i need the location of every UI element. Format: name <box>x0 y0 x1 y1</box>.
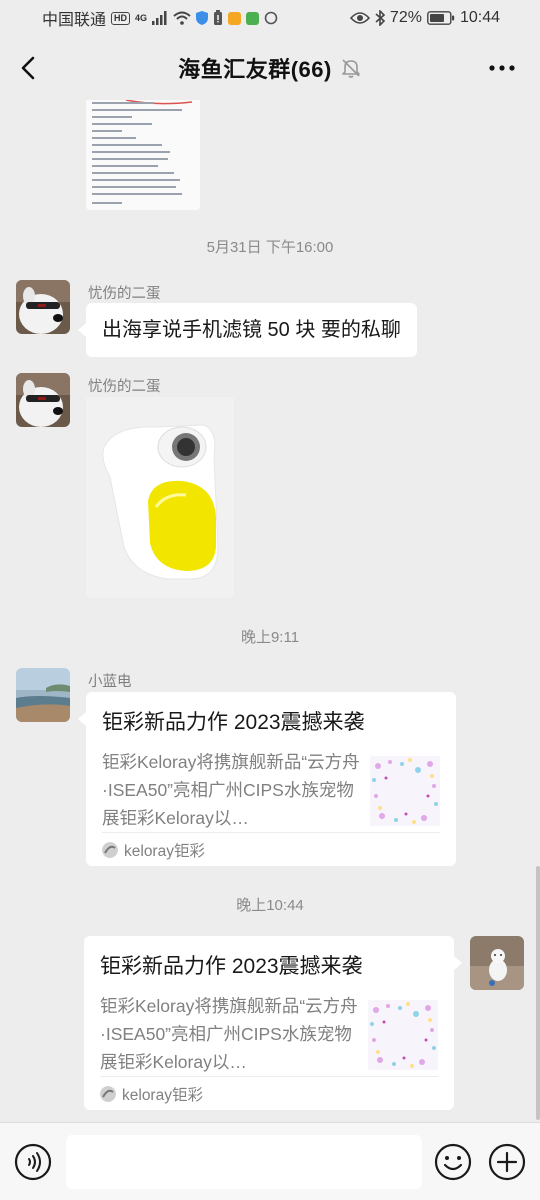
figure-avatar-image <box>470 936 524 990</box>
card-source: keloray钜彩 <box>100 1083 203 1105</box>
card-title: 钜彩新品力作 2023震撼来袭 <box>102 711 365 734</box>
link-card-sent[interactable]: 钜彩新品力作 2023震撼来袭 钜彩Keloray将携旗舰新品“云方舟·ISEA… <box>84 936 462 1110</box>
more-icon[interactable] <box>486 54 518 82</box>
avatar[interactable] <box>16 373 70 427</box>
card-thumbnail <box>368 1000 438 1070</box>
timestamp: 5月31日 下午16:00 <box>206 239 334 256</box>
message-input[interactable] <box>66 1135 422 1189</box>
plus-icon[interactable] <box>488 1143 526 1181</box>
signal-icon <box>152 11 167 25</box>
source-name: keloray钜彩 <box>124 843 205 860</box>
chat-header: 海鱼汇友群(66) <box>0 36 540 100</box>
bluetooth-icon <box>375 10 385 26</box>
battery-percent: 72% <box>389 9 422 26</box>
timestamp: 晚上10:44 <box>236 897 304 914</box>
dog-avatar-image <box>16 373 70 427</box>
shield-icon <box>196 11 209 25</box>
source-name: keloray钜彩 <box>122 1087 203 1104</box>
sender-name: 小蓝电 <box>88 674 132 690</box>
status-right: 72% 10:44 <box>349 9 500 27</box>
filter-product-image <box>86 397 234 598</box>
voice-icon[interactable] <box>14 1143 52 1181</box>
status-left: 中国联通 HD 4G <box>42 6 278 30</box>
image-message-poster[interactable] <box>86 100 200 210</box>
mute-bell-icon <box>342 59 360 78</box>
circle-icon <box>264 11 278 25</box>
text-message[interactable]: 出海享说手机滤镜 50 块 要的私聊 <box>78 303 417 357</box>
card-source: keloray钜彩 <box>102 839 205 861</box>
card-title: 钜彩新品力作 2023震撼来袭 <box>100 955 363 978</box>
sender-name: 忧伤的二蛋 <box>88 286 161 302</box>
app-notification-icon <box>228 11 242 25</box>
source-logo-icon <box>100 1086 116 1102</box>
back-icon[interactable] <box>14 52 46 84</box>
timestamp: 晚上9:11 <box>240 629 300 646</box>
carrier-label: 中国联通 <box>42 12 107 29</box>
status-bar: 中国联通 HD 4G 72% 10:44 <box>0 0 540 36</box>
card-divider <box>102 832 440 833</box>
sender-name: 忧伤的二蛋 <box>88 379 161 395</box>
thumbnail-image <box>370 756 440 826</box>
wifi-icon <box>173 11 191 25</box>
dog-avatar-image <box>16 280 70 334</box>
emoji-icon[interactable] <box>434 1143 472 1181</box>
card-description: 钜彩Keloray将携旗舰新品“云方舟·ISEA50”亮相广州CIPS水族宠物展… <box>102 752 360 828</box>
network-type: 4G <box>135 12 148 23</box>
clock: 10:44 <box>459 9 500 26</box>
battery-icon <box>427 11 455 25</box>
image-message-filter[interactable] <box>86 397 234 598</box>
battery-alert-icon <box>214 10 223 25</box>
card-body: 钜彩Keloray将携旗舰新品“云方舟·ISEA50”亮相广州CIPS水族宠物展… <box>100 992 438 1076</box>
chat-area[interactable]: 5月31日 下午16:00 忧伤的二蛋 出海享说手机滤镜 50 块 要的私聊 忧… <box>0 100 540 1122</box>
title-group: 海鱼汇友群(66) <box>178 52 362 84</box>
card-thumbnail <box>370 756 440 826</box>
source-logo-icon <box>102 842 118 858</box>
beach-avatar-image <box>16 668 70 722</box>
poster-image <box>86 100 200 210</box>
thumbnail-image <box>368 1000 438 1070</box>
card-description: 钜彩Keloray将携旗舰新品“云方舟·ISEA50”亮相广州CIPS水族宠物展… <box>100 996 358 1072</box>
hd-icon: HD <box>111 11 131 25</box>
card-body: 钜彩Keloray将携旗舰新品“云方舟·ISEA50”亮相广州CIPS水族宠物展… <box>102 748 440 832</box>
self-avatar[interactable] <box>470 936 524 990</box>
scrollbar[interactable] <box>536 866 540 1120</box>
input-bar <box>0 1122 540 1200</box>
page-title: 海鱼汇友群(66) <box>178 57 332 82</box>
avatar[interactable] <box>16 280 70 334</box>
avatar[interactable] <box>16 668 70 722</box>
card-divider <box>100 1076 438 1077</box>
link-card[interactable]: 钜彩新品力作 2023震撼来袭 钜彩Keloray将携旗舰新品“云方舟·ISEA… <box>78 692 456 866</box>
game-notification-icon <box>246 11 260 25</box>
eye-icon <box>349 12 370 24</box>
